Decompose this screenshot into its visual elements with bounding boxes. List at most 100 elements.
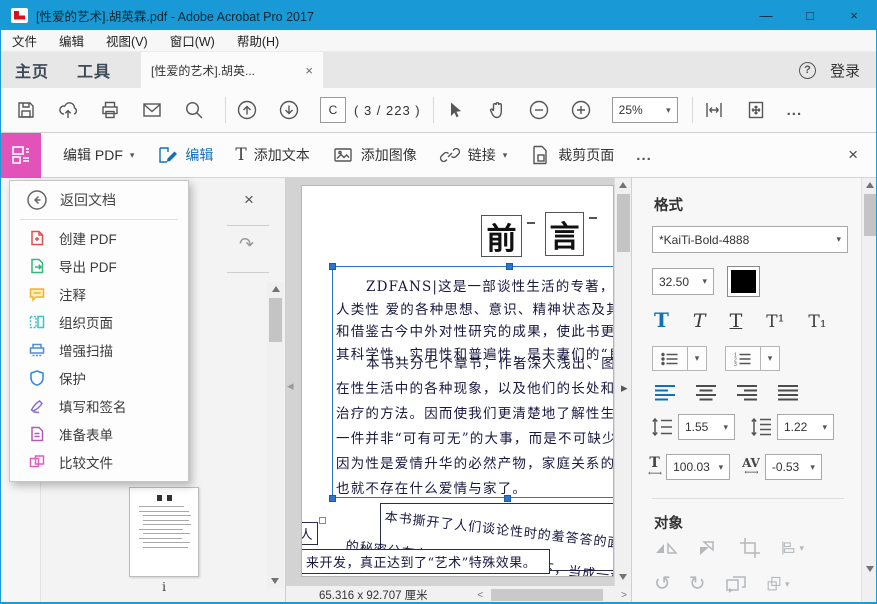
page-thumbnail[interactable] xyxy=(129,487,199,577)
rotate-cw-button[interactable]: ↻ xyxy=(689,572,706,596)
title-char-box[interactable]: 前 xyxy=(481,215,522,257)
crop-pages-button[interactable]: 裁剪页面 xyxy=(529,144,614,166)
menu-item-organize-pages[interactable]: 组织页面 xyxy=(10,308,188,336)
panel-close-icon[interactable]: × xyxy=(244,190,254,210)
search-icon[interactable] xyxy=(183,99,205,121)
font-family-select[interactable]: *KaiTi-Bold-4888 ▾ xyxy=(652,226,848,253)
email-icon[interactable] xyxy=(141,99,163,121)
menu-item-export-pdf[interactable]: 导出 PDF xyxy=(10,252,188,280)
subscript-button[interactable]: T₁ xyxy=(808,312,826,332)
document-tab[interactable]: [性爱的艺术].胡英... × xyxy=(141,52,323,88)
document-tab-close-icon[interactable]: × xyxy=(305,63,313,78)
scrollbar-thumb[interactable] xyxy=(269,298,282,342)
add-image-button[interactable]: 添加图像 xyxy=(332,144,417,166)
line-spacing-select[interactable]: 1.55 ▾ xyxy=(678,414,735,440)
scroll-up-icon[interactable] xyxy=(866,182,874,188)
hand-tool-icon[interactable] xyxy=(486,99,508,121)
align-right-button[interactable] xyxy=(736,384,758,402)
scrollbar-track[interactable] xyxy=(487,586,617,604)
toolbar-more-button[interactable]: ... xyxy=(787,102,803,119)
italic-button[interactable]: T xyxy=(693,310,706,332)
menu-item-prepare-form[interactable]: 准备表单 xyxy=(10,420,188,448)
scroll-up-icon[interactable] xyxy=(272,286,280,292)
edit-toolbar-more-button[interactable]: ... xyxy=(636,147,652,164)
fit-page-icon[interactable] xyxy=(745,99,767,121)
close-tool-icon[interactable]: × xyxy=(848,145,858,165)
font-size-select[interactable]: 32.50 ▾ xyxy=(652,268,714,295)
document-horizontal-scrollbar[interactable]: < > xyxy=(473,586,631,604)
flip-vertical-button[interactable] xyxy=(696,536,720,560)
collapse-left-icon[interactable]: ◂ xyxy=(287,378,294,394)
minimize-button[interactable]: — xyxy=(744,0,788,30)
rotate-ccw-button[interactable]: ↺ xyxy=(654,572,671,596)
replace-image-button[interactable] xyxy=(724,572,748,596)
menu-window[interactable]: 窗口(W) xyxy=(159,31,226,50)
back-to-document-item[interactable]: 返回文档 xyxy=(10,181,188,219)
align-objects-button[interactable]: ▾ xyxy=(780,536,804,560)
numbered-list-icon[interactable]: 123 xyxy=(725,346,761,371)
zoom-out-icon[interactable] xyxy=(528,99,550,121)
zoom-in-icon[interactable] xyxy=(570,99,592,121)
menu-item-comment[interactable]: 注释 xyxy=(10,280,188,308)
menu-edit[interactable]: 编辑 xyxy=(48,31,95,50)
previous-page-icon[interactable] xyxy=(236,99,258,121)
menu-item-compare-files[interactable]: 比较文件 xyxy=(10,448,188,476)
scrollbar-thumb[interactable] xyxy=(617,194,630,252)
paragraph-spacing-select[interactable]: 1.22 ▾ xyxy=(777,414,834,440)
fit-width-icon[interactable] xyxy=(703,99,725,121)
scroll-down-icon[interactable] xyxy=(619,574,627,580)
scroll-right-icon[interactable]: > xyxy=(617,590,631,601)
select-tool-icon[interactable] xyxy=(444,99,466,121)
bulleted-list-icon[interactable] xyxy=(652,346,688,371)
font-color-swatch[interactable] xyxy=(727,266,760,297)
crop-object-button[interactable] xyxy=(738,536,762,560)
menu-file[interactable]: 文件 xyxy=(1,31,48,50)
boxed-text-line[interactable]: 来开发，真正达到了“艺术”特殊效果。 xyxy=(301,549,550,574)
menu-item-enhance-scans[interactable]: 增强扫描 xyxy=(10,336,188,364)
link-menu[interactable]: 链接 ▾ xyxy=(439,144,508,166)
close-button[interactable]: × xyxy=(832,0,876,30)
selection-handle[interactable] xyxy=(506,263,513,270)
underline-button[interactable]: T xyxy=(730,310,743,332)
save-icon[interactable] xyxy=(15,99,37,121)
align-left-button[interactable] xyxy=(654,384,676,402)
print-icon[interactable] xyxy=(99,99,121,121)
format-panel-scrollbar[interactable] xyxy=(861,178,877,604)
menu-item-protect[interactable]: 保护 xyxy=(10,364,188,392)
help-icon[interactable]: ? xyxy=(799,62,816,79)
page-number-input[interactable]: C xyxy=(320,97,346,123)
small-text-box[interactable]: 人 xyxy=(301,522,318,545)
selection-handle[interactable] xyxy=(329,495,336,502)
sign-in-button[interactable]: 登录 xyxy=(830,60,860,81)
flip-horizontal-button[interactable] xyxy=(654,536,678,560)
menu-help[interactable]: 帮助(H) xyxy=(226,31,290,50)
menu-view[interactable]: 视图(V) xyxy=(95,31,159,50)
menu-item-fill-sign[interactable]: 填写和签名 xyxy=(10,392,188,420)
arrange-objects-button[interactable]: ▾ xyxy=(766,572,790,596)
edit-button[interactable]: 编辑 xyxy=(156,144,213,166)
maximize-button[interactable]: □ xyxy=(788,0,832,30)
align-center-button[interactable] xyxy=(695,384,717,402)
share-upload-icon[interactable] xyxy=(57,99,79,121)
bold-button[interactable]: T xyxy=(654,308,669,332)
horizontal-scale-select[interactable]: 100.03 ▾ xyxy=(666,454,730,480)
tab-tools[interactable]: 工具 xyxy=(63,58,125,82)
rotate-pages-icon[interactable]: ↷ xyxy=(239,234,254,255)
numbered-list-button[interactable]: 123 ▾ xyxy=(725,346,780,371)
superscript-button[interactable]: T¹ xyxy=(766,312,784,332)
add-text-button[interactable]: T 添加文本 xyxy=(235,145,309,165)
chevron-down-icon[interactable]: ▾ xyxy=(688,346,707,371)
edit-pdf-tool-icon[interactable] xyxy=(1,133,41,178)
chevron-down-icon[interactable]: ▾ xyxy=(761,346,780,371)
edit-pdf-menu[interactable]: 编辑 PDF ▾ xyxy=(63,145,134,165)
tab-home[interactable]: 主页 xyxy=(1,58,63,82)
selection-handle[interactable] xyxy=(329,263,336,270)
next-page-icon[interactable] xyxy=(278,99,300,121)
pdf-page[interactable]: 前 言 ZDFANS|这是一部谈性生活的专著，它用科学的态 人类性 爱的各种思想… xyxy=(301,185,614,577)
menu-item-create-pdf[interactable]: 创建 PDF xyxy=(10,224,188,252)
scroll-up-icon[interactable] xyxy=(619,182,627,188)
collapse-right-icon[interactable]: ▸ xyxy=(621,380,628,396)
scroll-down-icon[interactable] xyxy=(866,566,874,572)
align-justify-button[interactable] xyxy=(777,384,799,402)
character-spacing-select[interactable]: -0.53 ▾ xyxy=(765,454,822,480)
